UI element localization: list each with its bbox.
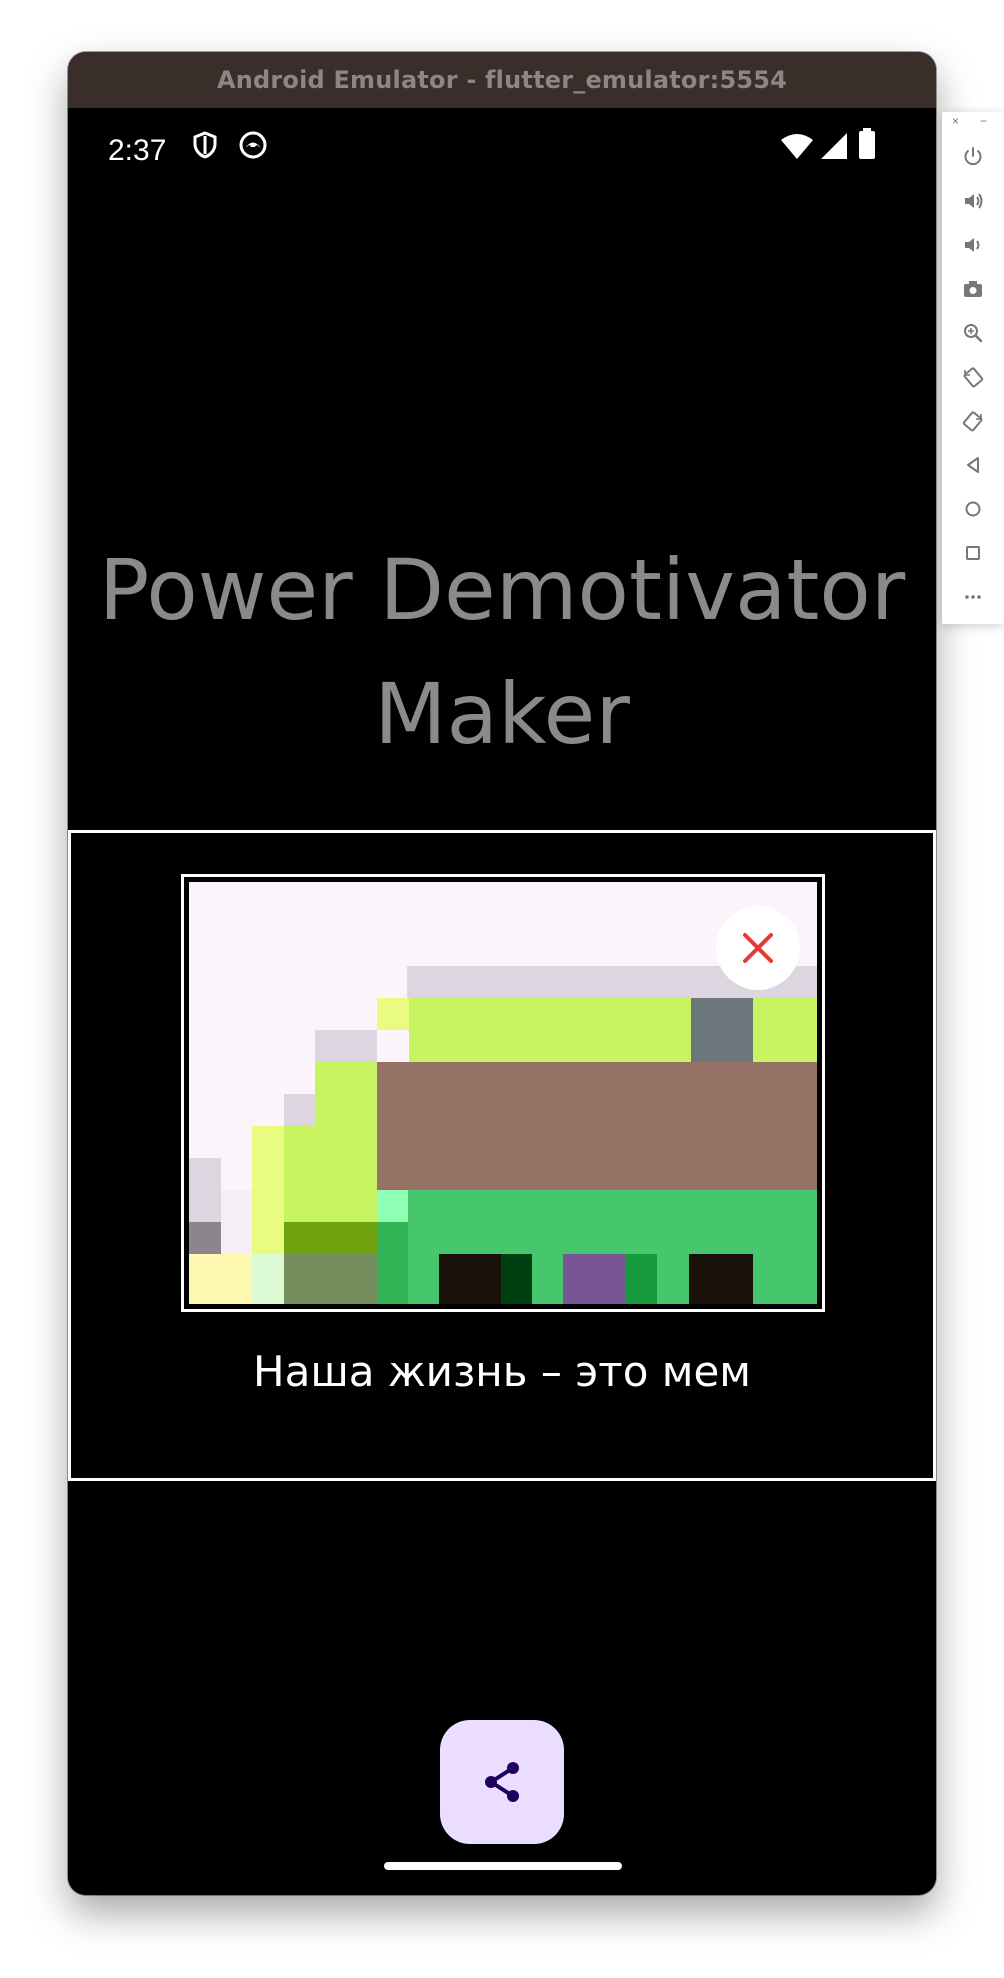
share-icon (485, 1762, 519, 1802)
device-screen: 2:37 Power Demotivator Maker Наша жизнь … (68, 108, 936, 1895)
image-frame (181, 874, 825, 1312)
window-title: Android Emulator - flutter_emulator:5554 (68, 52, 936, 108)
app-notification-icon (239, 131, 267, 159)
rotate-right-icon (962, 411, 983, 432)
share-button[interactable] (440, 1720, 564, 1844)
overview-button[interactable] (956, 536, 990, 570)
emulator-window: Android Emulator - flutter_emulator:5554… (68, 52, 936, 1895)
toolbar-minimize-button[interactable]: − (980, 114, 987, 128)
volume-up-icon (965, 193, 983, 209)
camera-icon (964, 281, 982, 297)
volume-down-button[interactable] (956, 228, 990, 262)
home-circle-icon (965, 501, 981, 517)
power-icon (964, 147, 982, 166)
demotivator-caption[interactable]: Наша жизнь – это мем (71, 1347, 933, 1396)
app-title: Power Demotivator Maker (98, 541, 906, 763)
screenshot-button[interactable] (956, 272, 990, 306)
more-dots-icon (965, 595, 981, 599)
home-button[interactable] (956, 492, 990, 526)
rotate-left-icon (963, 367, 984, 388)
zoom-icon (964, 324, 983, 343)
status-time: 2:37 (108, 134, 167, 167)
shield-icon (193, 131, 217, 159)
rotate-left-button[interactable] (956, 360, 990, 394)
volume-up-button[interactable] (956, 184, 990, 218)
battery-icon (859, 128, 875, 159)
back-button[interactable] (956, 448, 990, 482)
home-indicator[interactable] (384, 1862, 622, 1870)
demotivator-image[interactable] (189, 882, 817, 1304)
volume-down-icon (965, 238, 980, 252)
zoom-button[interactable] (956, 316, 990, 350)
emulator-side-toolbar: × − (942, 112, 1004, 624)
overview-square-icon (966, 546, 980, 560)
rotate-right-button[interactable] (956, 404, 990, 438)
close-icon (743, 933, 773, 963)
power-button[interactable] (956, 140, 990, 174)
wifi-icon (781, 134, 813, 159)
toolbar-close-button[interactable]: × (952, 114, 959, 128)
demotivator-poster: Наша жизнь – это мем (68, 830, 936, 1481)
back-icon (967, 457, 979, 473)
signal-icon (821, 133, 847, 159)
remove-image-button[interactable] (716, 906, 800, 990)
more-button[interactable] (956, 580, 990, 614)
